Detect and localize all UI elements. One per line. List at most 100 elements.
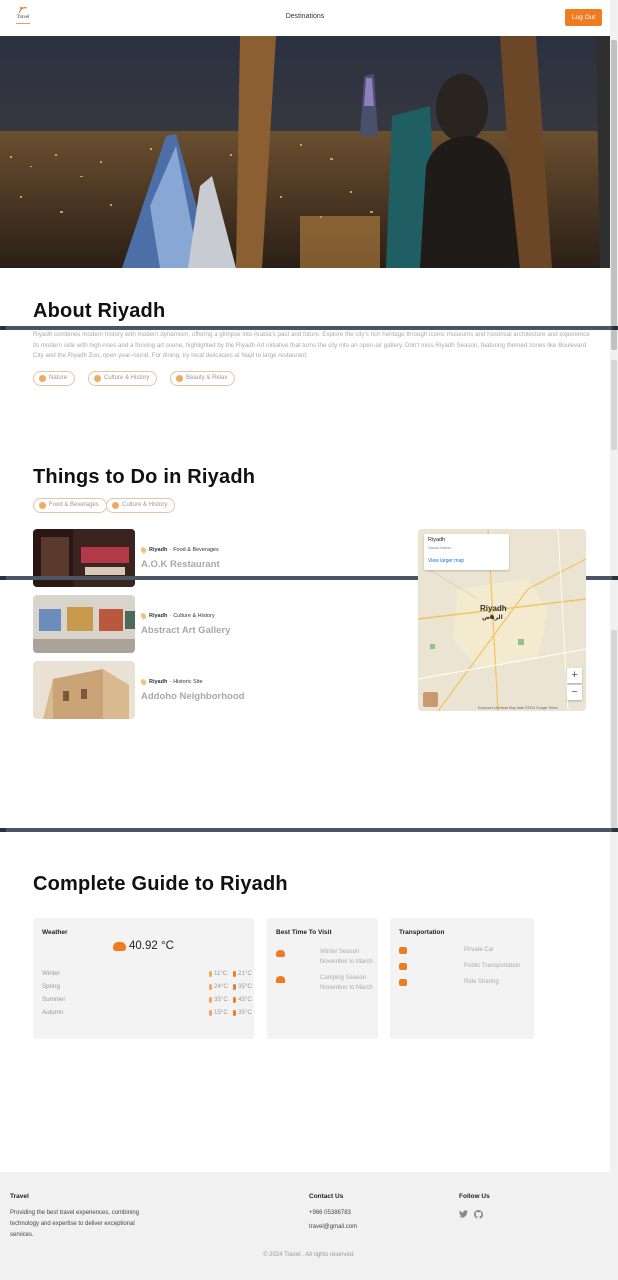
google-map[interactable]: Riyadh Saudi Arabia View larger map Riya… [418,529,586,711]
season-high: 21°C [233,970,252,977]
map-zoom-in-button[interactable]: + [567,668,582,683]
street-view-pegman-icon[interactable] [423,692,438,707]
map-info-box: Riyadh Saudi Arabia View larger map [424,534,509,570]
top-navbar: Travel Destinations Log Out [0,0,610,36]
hero-city-skyline [0,36,610,268]
thermometer-low-icon [209,996,212,1003]
place-photo-neighborhood [33,661,135,719]
tag-label: Culture & History [104,375,150,381]
tag-culture-history[interactable]: Culture & History [88,371,158,386]
place-city: Riyadh [149,547,168,553]
github-icon[interactable] [474,1210,483,1219]
map-info-subtitle: Saudi Arabia [428,545,451,550]
scrollbar-track-segment [611,630,617,830]
meta-separator: · [169,679,172,685]
map-city-label: Riyadh [480,604,507,613]
about-description: Riyadh combines modern history with mode… [33,331,590,359]
logout-button[interactable]: Log Out [565,9,602,26]
place-name[interactable]: A.O.K Restaurant [141,559,220,570]
season-name: Winter [42,970,60,977]
logo-underline [16,23,30,24]
hero-image [0,36,610,268]
place-category: Historic Site [173,679,203,685]
tag-beauty-relax[interactable]: Beauty & Relax [170,371,236,386]
tag-nature[interactable]: Nature [33,371,76,386]
season-low-value: 11°C [214,970,228,977]
filter-culture-history[interactable]: Culture & History [106,498,176,513]
place-category: Culture & History [173,613,215,619]
place-name[interactable]: Abstract Art Gallery [141,625,230,636]
tent-icon [276,976,285,983]
visit-season-text: Winter Season November to March [320,947,380,967]
about-title: About Riyadh [33,300,166,322]
twitter-icon[interactable] [459,1210,468,1218]
place-meta: Riyadh · Culture & History [139,612,215,620]
transport-label: Private Car [464,947,495,953]
season-low: 24°C [209,983,228,990]
visit-season-text: Camping Season November to March [320,973,380,993]
meta-separator: · [169,547,172,553]
weather-card: Weather 40.92 °C Winter 11°C 21°C Spring… [33,918,254,1039]
thermometer-high-icon [233,1009,236,1016]
place-meta: Riyadh · Food & Beverages [139,546,219,554]
season-high: 35°C [233,983,252,990]
footer-brand: Travel [10,1193,29,1200]
nav-destinations[interactable]: Destinations [0,13,610,20]
culture-icon [112,502,119,509]
place-card[interactable]: Riyadh · Historic Site Addoho Neighborho… [33,661,333,719]
season-high-value: 35°C [238,1009,252,1016]
season-high: 35°C [233,1009,252,1016]
contact-title: Contact Us [309,1193,344,1200]
beauty-icon [176,375,183,382]
best-time-card: Best Time To Visit Winter Season Novembe… [267,918,378,1039]
place-card[interactable]: Riyadh · Culture & History Abstract Art … [33,595,333,653]
taxi-icon [399,979,407,986]
contact-phone[interactable]: +966 05386783 [309,1208,351,1219]
visit-season-label: Camping Season [320,975,367,981]
culture-icon [94,375,101,382]
cloud-icon [113,941,126,951]
things-title: Things to Do in Riyadh [33,466,256,488]
copyright: © 2024 Travel . All rights reserved. [263,1252,355,1258]
season-name: Summer [42,996,66,1003]
contact-email[interactable]: travel@gmail.com [309,1222,357,1233]
footer-tagline: Providing the best travel experiences, c… [10,1210,140,1238]
visit-season-label: Winter Season [320,949,360,955]
filter-food-beverages[interactable]: Food & Beverages [33,498,107,513]
place-city: Riyadh [149,613,168,619]
filter-label: Culture & History [122,502,168,508]
footer: Travel Providing the best travel experie… [0,1172,610,1280]
season-row: Winter 11°C 21°C [42,970,252,980]
season-high-value: 35°C [238,983,252,990]
map-zoom-out-button[interactable]: − [567,685,582,700]
visit-season-range: November to March [320,985,373,991]
transport-label: Ride Sharing [464,979,499,985]
current-temperature: 40.92 °C [129,940,174,952]
map-info-title: Riyadh [428,537,446,543]
page-scrollbar[interactable] [610,0,618,1280]
thermometer-high-icon [233,996,236,1003]
place-name[interactable]: Addoho Neighborhood [141,691,244,702]
place-category: Food & Beverages [173,547,219,553]
place-photo-gallery [33,595,135,653]
season-high-value: 45°C [238,996,252,1003]
season-row: Autumn 15°C 35°C [42,1009,252,1019]
place-city: Riyadh [149,679,168,685]
tag-label: Beauty & Relax [186,375,228,381]
weather-title: Weather [42,929,68,936]
fork-knife-icon [39,502,46,509]
season-low-value: 35°C [214,996,228,1003]
transportation-card: Transportation Private Car Public Transp… [390,918,534,1039]
visit-season-range: November to March [320,959,373,965]
scrollbar-thumb[interactable] [611,40,617,350]
view-larger-map-link[interactable]: View larger map [428,558,505,564]
transport-row: Public Transportation [399,963,524,973]
current-weather: 40.92 °C [113,940,174,952]
season-low: 15°C [209,1009,228,1016]
location-pin-icon [139,612,148,620]
season-high: 45°C [233,996,252,1003]
guide-title: Complete Guide to Riyadh [33,873,288,895]
meta-separator: · [169,613,172,619]
map-attribution: Keyboard shortcuts Map data ©2024 Google… [478,706,558,710]
transport-row: Private Car [399,947,524,957]
